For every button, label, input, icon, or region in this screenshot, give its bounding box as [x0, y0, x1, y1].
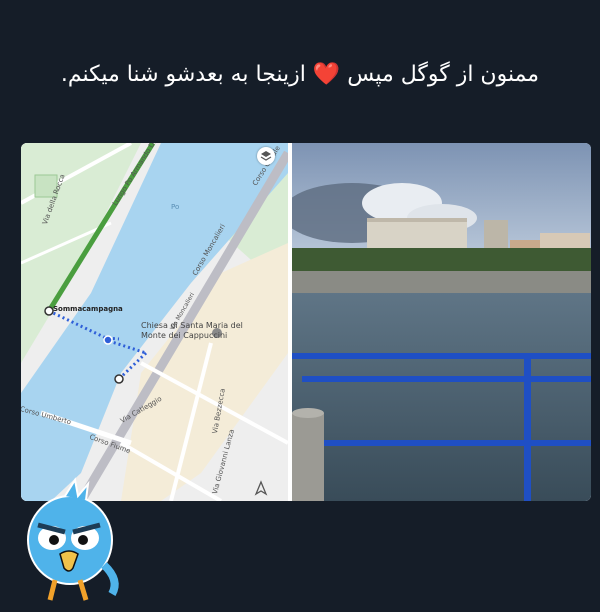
- caption-text: ممنون از گوگل مپس ❤️ ازینجا به بعدشو شنا…: [60, 62, 540, 87]
- map-screenshot[interactable]: Sommacampagna Chiesa di Santa Maria del …: [21, 143, 288, 501]
- navigation-arrow-icon: [254, 480, 268, 496]
- layers-icon: [260, 151, 272, 161]
- label-church: Chiesa di Santa Maria del Monte dei Capp…: [141, 321, 243, 341]
- angry-bird-mascot-sticker: [20, 470, 130, 608]
- label-po: Po: [171, 203, 180, 211]
- river-photo-graphic: [292, 143, 591, 501]
- mascot-graphic: [27, 477, 119, 601]
- navigation-button[interactable]: [253, 480, 269, 496]
- layers-button[interactable]: [257, 147, 275, 165]
- church-line2: Monte dei Cappuccini: [141, 331, 228, 340]
- label-sommacampagna: Sommacampagna: [53, 305, 123, 313]
- church-line1: Chiesa di Santa Maria del: [141, 321, 243, 330]
- post-caption: ممنون از گوگل مپس ❤️ ازینجا به بعدشو شنا…: [0, 62, 600, 87]
- river-photo: [292, 143, 591, 501]
- image-collage[interactable]: Sommacampagna Chiesa di Santa Maria del …: [21, 143, 591, 501]
